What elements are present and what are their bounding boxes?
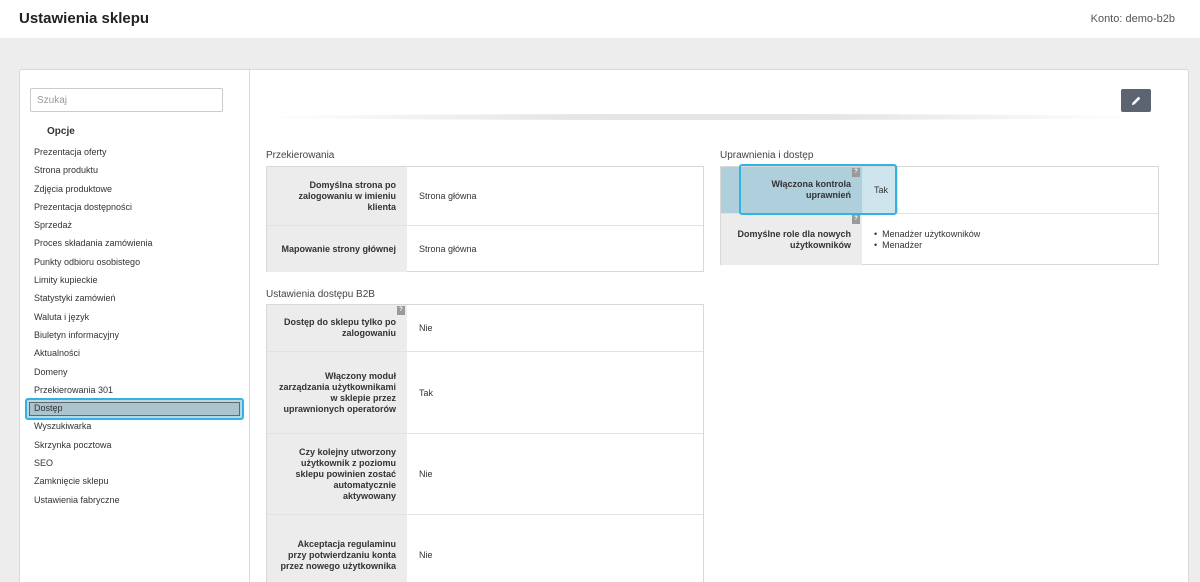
sidebar-item-zamkniecie-sklepu[interactable]: Zamknięcie sklepu	[25, 472, 245, 490]
sidebar-item-seo[interactable]: SEO	[25, 454, 245, 472]
table-row: Mapowanie strony głównej Strona główna	[267, 226, 703, 272]
help-icon[interactable]: ?	[852, 215, 860, 224]
row-label: Włączony moduł zarządzania użytkownikami…	[267, 352, 407, 433]
list-item: Menadżer użytkowników	[874, 229, 980, 240]
sidebar-section-title: Opcje	[47, 126, 75, 137]
table-row: Domyślne role dla nowych użytkowników ? …	[721, 214, 1158, 265]
row-value: Nie	[419, 469, 433, 479]
row-label: Mapowanie strony głównej	[267, 226, 407, 272]
list-item: Menadżer	[874, 240, 980, 251]
row-label: Dostęp do sklepu tylko po zalogowaniu	[267, 305, 407, 351]
sidebar-item-prezentacja-oferty[interactable]: Prezentacja oferty	[25, 143, 245, 161]
help-icon[interactable]: ?	[397, 306, 405, 315]
row-value: Tak	[862, 167, 898, 213]
row-label: Włączona kontrola uprawnień	[721, 167, 862, 213]
help-icon[interactable]: ?	[852, 168, 860, 177]
sidebar-item-ustawienia-fabryczne[interactable]: Ustawienia fabryczne	[25, 491, 245, 509]
sidebar-item-dostep[interactable]: Dostęp	[25, 398, 245, 421]
edit-button[interactable]	[1121, 89, 1151, 112]
sidebar-item-domeny[interactable]: Domeny	[25, 363, 245, 381]
sidebar-item-sprzedaz[interactable]: Sprzedaż	[25, 216, 245, 234]
top-bar: Ustawienia sklepu Konto: demo-b2b	[0, 0, 1200, 38]
sidebar: Opcje Prezentacja oferty Strona produktu…	[20, 70, 250, 582]
account-label[interactable]: Konto: demo-b2b	[1091, 13, 1175, 25]
settings-panel: Opcje Prezentacja oferty Strona produktu…	[19, 69, 1189, 582]
permissions-section-title: Uprawnienia i dostęp	[720, 150, 814, 161]
b2b-section-title: Ustawienia dostępu B2B	[266, 289, 375, 300]
row-label: Czy kolejny utworzony użytkownik z pozio…	[267, 434, 407, 514]
row-label: Akceptacja regulaminu przy potwierdzaniu…	[267, 515, 407, 582]
table-row: Dostęp do sklepu tylko po zalogowaniu ? …	[267, 305, 703, 352]
toolbar-divider	[257, 114, 1147, 120]
sidebar-item-punkty-odbioru[interactable]: Punkty odbioru osobistego	[25, 253, 245, 271]
table-row: Włączona kontrola uprawnień ? Tak	[721, 167, 1158, 214]
table-row: Czy kolejny utworzony użytkownik z pozio…	[267, 434, 703, 515]
table-row: Akceptacja regulaminu przy potwierdzaniu…	[267, 515, 703, 582]
permissions-table: Włączona kontrola uprawnień ? Tak Domyśl…	[720, 166, 1159, 265]
redirects-section-title: Przekierowania	[266, 150, 335, 161]
row-value: Menadżer użytkowników Menadżer	[862, 214, 980, 265]
roles-list: Menadżer użytkowników Menadżer	[874, 229, 980, 251]
search-input[interactable]	[30, 88, 223, 112]
sidebar-item-label: Dostęp	[34, 403, 63, 414]
sidebar-item-zdjecia-produktowe[interactable]: Zdjęcia produktowe	[25, 180, 245, 198]
sidebar-item-waluta-i-jezyk[interactable]: Waluta i język	[25, 308, 245, 326]
sidebar-item-limity-kupieckie[interactable]: Limity kupieckie	[25, 271, 245, 289]
row-value: Nie	[419, 550, 433, 560]
redirects-table: Domyślna strona po zalogowaniu w imieniu…	[266, 166, 704, 272]
sidebar-menu: Prezentacja oferty Strona produktu Zdjęc…	[25, 143, 245, 509]
table-row: Włączony moduł zarządzania użytkownikami…	[267, 352, 703, 434]
row-label: Domyślna strona po zalogowaniu w imieniu…	[267, 167, 407, 225]
table-row: Domyślna strona po zalogowaniu w imieniu…	[267, 167, 703, 226]
sidebar-item-strona-produktu[interactable]: Strona produktu	[25, 161, 245, 179]
row-label: Domyślne role dla nowych użytkowników	[721, 214, 862, 265]
main-content: Przekierowania Domyślna strona po zalogo…	[251, 70, 1189, 582]
row-value: Strona główna	[419, 244, 477, 254]
sidebar-item-statystyki-zamowien[interactable]: Statystyki zamówień	[25, 289, 245, 307]
page-title: Ustawienia sklepu	[19, 10, 150, 27]
sidebar-item-proces-skladania-zamowienia[interactable]: Proces składania zamówienia	[25, 234, 245, 252]
pencil-icon	[1131, 96, 1140, 106]
sidebar-item-skrzynka-pocztowa[interactable]: Skrzynka pocztowa	[25, 436, 245, 454]
sidebar-item-wyszukiwarka[interactable]: Wyszukiwarka	[25, 417, 245, 435]
row-value: Nie	[419, 323, 433, 333]
row-value: Tak	[419, 387, 434, 398]
sidebar-item-biuletyn[interactable]: Biuletyn informacyjny	[25, 326, 245, 344]
sidebar-item-prezentacja-dostepnosci[interactable]: Prezentacja dostępności	[25, 198, 245, 216]
sidebar-item-przekierowania-301[interactable]: Przekierowania 301	[25, 381, 245, 399]
b2b-table: Dostęp do sklepu tylko po zalogowaniu ? …	[266, 304, 704, 582]
sidebar-item-aktualnosci[interactable]: Aktualności	[25, 344, 245, 362]
row-value: Strona główna	[419, 191, 477, 201]
